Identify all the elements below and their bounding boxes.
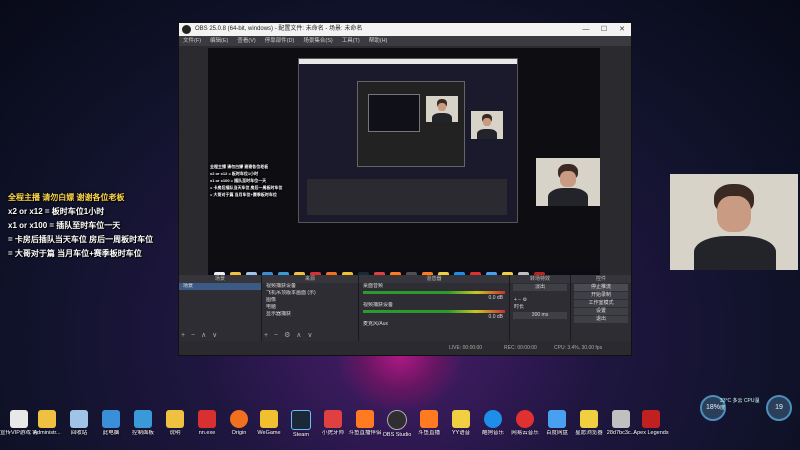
obs-studio-icon [387,410,407,430]
origin-icon [230,410,248,428]
menu-help[interactable]: 帮助(H) [369,36,388,46]
controls-dock: 控件 停止推流 开始录制 工作室模式 设置 退出 [571,275,631,341]
exit-button[interactable]: 退出 [574,316,628,323]
scenes-header: 场景 [179,275,261,283]
preview-webcam [536,158,600,206]
star-browser-icon [580,410,598,428]
apex-legends-icon [642,410,660,428]
sources-dock: 来源 视频捕获设备 飞机吊顶版本画面 (示) 图像 电脑 显示器捕获 + − ⚙… [262,275,359,341]
desktop-icon-label: Apex Legends [633,430,669,436]
douyu-icon [420,410,438,428]
stop-streaming-button[interactable]: 停止推流 [574,284,628,291]
netease-music-icon [516,410,534,428]
source-item[interactable]: 显示器捕获 [262,311,358,318]
mixer-channel-name: 视频捕获设备 [363,302,394,308]
mixer-dock: 混音器 桌面音频 0.0 dB 视频捕获设备 0.0 dB 麦克风/Aux [359,275,510,341]
transition-duration[interactable]: 300 ms [513,312,567,319]
nested-webcam [426,96,458,122]
yy-voice-icon [452,410,470,428]
controls-header: 控件 [571,275,631,283]
wegame-icon [260,410,278,428]
obs-docks: 场景 场景 + − ∧ ∨ 来源 视频捕获设备 飞机吊顶版本画面 (示) 图像 … [179,275,631,341]
file-icon [612,410,630,428]
overlay-line-1: x2 or x12 = 板时车位1小时 [8,207,105,216]
steam-icon [291,410,311,430]
source-item[interactable]: 电脑 [262,304,358,311]
overlay-line-2: x1 or x100 = 插队至时车位一天 [8,221,121,230]
huya-icon [324,410,342,428]
mixer-channel-name: 桌面音频 [363,283,384,289]
obs-titlebar[interactable]: OBS 25.0.8 (64-bit, windows) - 配置文件: 未命名… [179,23,631,36]
scenes-toolbar[interactable]: + − ∧ ∨ [181,331,219,339]
scene-item[interactable]: 场景 [179,283,261,290]
nn-app-icon [198,410,216,428]
mixer-channel-db: 0.0 dB [488,295,503,301]
preview-overlay-line-1: x2 or x12 = 板时车位1小时 [210,171,259,176]
overlay-line-4: = 大哥对于篇 当月车位+赛季板时车位 [8,249,142,258]
scenes-dock: 场景 场景 + − ∧ ∨ [179,275,262,341]
menu-edit[interactable]: 编辑(E) [210,36,228,46]
volume-meter [363,291,505,294]
transitions-dock: 转场特效 淡出 + − ⚙ 时长 300 ms [510,275,571,341]
douyu-companion-icon [356,410,374,428]
recycle-bin-icon [70,410,88,428]
sources-toolbar[interactable]: + − ⚙ ∧ ∨ [264,331,314,339]
source-item[interactable]: 图像 [262,297,358,304]
control-panel-icon [134,410,152,428]
nested-obs-window [357,81,465,167]
preview-overlay-line-3: = 卡房后插队当天车位 房后一周板时车位 [210,185,283,190]
nested-webcam-2 [471,111,503,139]
webcam-overlay [670,174,798,270]
text-file-icon [10,410,28,428]
document-icon [166,410,184,428]
obs-window: OBS 25.0.8 (64-bit, windows) - 配置文件: 未命名… [178,22,632,356]
settings-button[interactable]: 设置 [574,308,628,315]
mixer-channel-name: 麦克风/Aux [363,321,389,327]
transition-duration-label: 时长 [514,304,525,310]
menu-docks[interactable]: 停靠部件(D) [265,36,295,46]
baidu-netdisk-icon [548,410,566,428]
source-item[interactable]: 飞机吊顶版本画面 (示) [262,290,358,297]
menu-file[interactable]: 文件(F) [183,36,201,46]
obs-preview[interactable]: 全程主播 请勿白嫖 谢谢各位老板 x2 or x12 = 板时车位1小时 x1 … [208,48,600,293]
obs-title: OBS 25.0.8 (64-bit, windows) - 配置文件: 未命名… [195,26,363,32]
source-item[interactable]: 视频捕获设备 [262,283,358,290]
obs-menubar: 文件(F) 编辑(E) 查看(V) 停靠部件(D) 场景集合(S) 工具(T) … [179,36,631,46]
menu-tools[interactable]: 工具(T) [342,36,360,46]
studio-mode-button[interactable]: 工作室模式 [574,300,628,307]
live-time: LIVE: 00:00:00 [449,345,483,351]
obs-statusbar: LIVE: 00:00:00 REC: 00:00:00 CPU: 3.4%, … [179,342,631,355]
kugou-icon [484,410,502,428]
rec-time: REC: 00:00:00 [504,345,537,351]
preview-overlay-line-4: = 大哥对于篇 当月车位+赛季板时车位 [210,192,277,197]
start-recording-button[interactable]: 开始录制 [574,292,628,299]
menu-scene-collection[interactable]: 场景集合(S) [303,36,332,46]
cpu-fps: CPU: 3.4%, 30.00 fps [554,345,603,351]
desktop-icons: 宣传VIP游戏 链接.txt Administr... 回收站 此电脑 控制面板… [0,408,800,450]
transition-buttons[interactable]: + − ⚙ [510,297,570,304]
volume-meter [363,310,505,313]
preview-overlay-line-2: x1 or x100 = 插队至时车位一天 [210,178,267,183]
preview-overlay-line-0: 全程主播 请勿白嫖 谢谢各位老板 [210,164,269,169]
transition-select[interactable]: 淡出 [513,284,567,291]
nested-obs-panels [307,179,507,215]
overlay-line-3: = 卡房后插队当天车位 房后一周板时车位 [8,235,154,244]
nested-titlebar [299,59,517,64]
menu-view[interactable]: 查看(V) [237,36,255,46]
minimize-button[interactable]: — [577,23,595,36]
mixer-channel-db: 0.0 dB [488,314,503,320]
mixer-header: 混音器 [359,275,509,283]
sources-header: 来源 [262,275,358,283]
nested-screen-capture [298,58,518,223]
close-button[interactable]: ✕ [613,23,631,36]
overlay-line-0: 全程主播 请勿白嫖 谢谢各位老板 [8,193,125,202]
desktop-icon[interactable]: Apex Legends [632,408,670,437]
user-folder-icon [38,410,56,428]
nested-obs-window-deep [368,94,420,132]
transitions-header: 转场特效 [510,275,570,283]
obs-app-icon [182,25,191,34]
computer-icon [102,410,120,428]
maximize-button[interactable]: ☐ [595,23,613,36]
